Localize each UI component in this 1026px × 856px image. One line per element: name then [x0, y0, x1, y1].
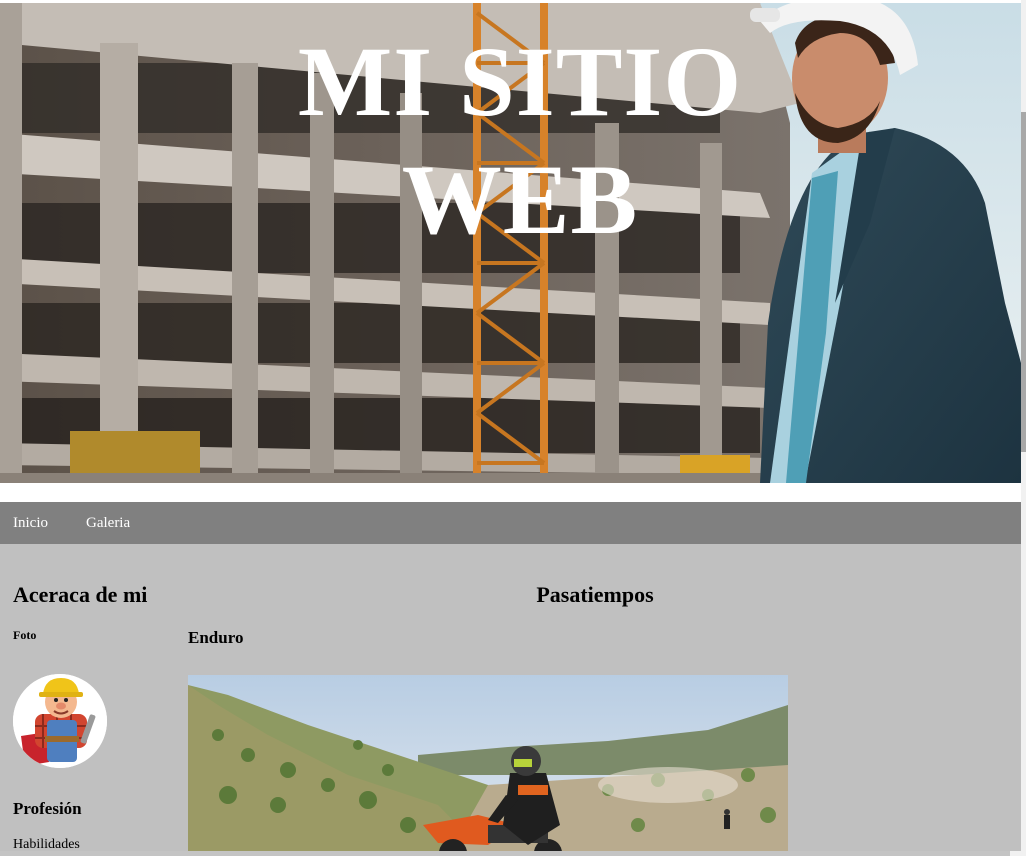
photo-label: Foto: [13, 628, 37, 642]
browser-viewport: MI SITIO WEB Inicio Galeria Aceraca de m…: [0, 0, 1026, 856]
builder-avatar-image: [13, 674, 107, 768]
main-content: Aceraca de mi Foto Profesión Habilidades…: [0, 544, 1021, 856]
horizontal-scrollbar-thumb[interactable]: [0, 851, 1010, 856]
horizontal-scrollbar[interactable]: [0, 851, 1021, 856]
profession-heading: Profesión: [13, 799, 82, 818]
main-nav: Inicio Galeria: [0, 502, 1021, 544]
site-title: MI SITIO WEB: [297, 26, 743, 255]
hobbies-heading: Pasatiempos: [536, 582, 654, 607]
vertical-scrollbar-thumb[interactable]: [1021, 112, 1026, 452]
vertical-scrollbar[interactable]: [1021, 0, 1026, 856]
header-banner: MI SITIO WEB: [0, 3, 1021, 483]
enduro-photo: [188, 675, 788, 856]
nav-link-inicio[interactable]: Inicio: [13, 514, 48, 532]
about-heading: Aceraca de mi: [13, 582, 148, 607]
nav-link-galeria[interactable]: Galeria: [86, 514, 130, 532]
page: MI SITIO WEB Inicio Galeria Aceraca de m…: [0, 0, 1021, 856]
hobby-title-enduro: Enduro: [188, 628, 244, 647]
profile-avatar: [13, 674, 107, 768]
enduro-motocross-image: [188, 675, 788, 856]
